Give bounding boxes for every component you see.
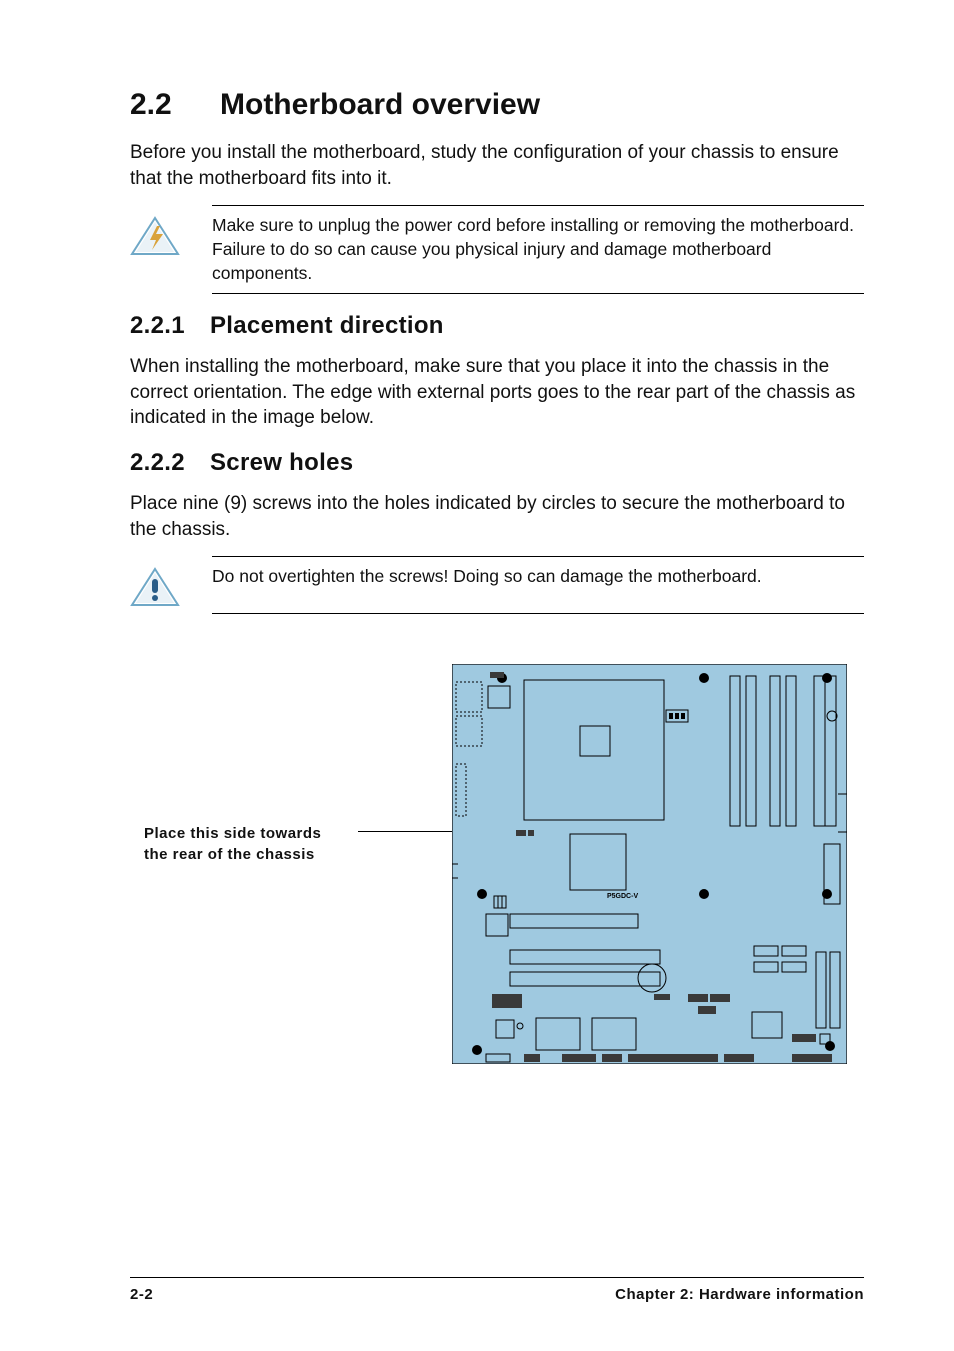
subsection-heading: 2.2.1Placement direction (130, 312, 864, 340)
intro-paragraph: Before you install the motherboard, stud… (130, 140, 864, 191)
diagram-caption-line: Place this side towards (144, 824, 374, 844)
screw-paragraph: Place nine (9) screws into the holes ind… (130, 491, 864, 542)
diagram-caption-line: the rear of the chassis (144, 845, 374, 865)
divider (212, 293, 864, 294)
subsection-number: 2.2.2 (130, 449, 210, 477)
page-number: 2-2 (130, 1286, 153, 1303)
divider (212, 205, 864, 206)
motherboard-illustration: P5GDC-V (452, 664, 847, 1064)
subsection-heading: 2.2.2Screw holes (130, 449, 864, 477)
warning-callout-unplug: Make sure to unplug the power cord befor… (130, 205, 864, 294)
subsection-number: 2.2.1 (130, 312, 210, 340)
page-footer: 2-2 Chapter 2: Hardware information (130, 1277, 864, 1303)
divider (212, 556, 864, 557)
lightning-warning-icon (130, 216, 180, 254)
divider (212, 613, 864, 614)
subsection-title: Screw holes (210, 449, 353, 476)
leader-line (358, 831, 453, 832)
caution-callout-overtighten: Do not overtighten the screws! Doing so … (130, 556, 864, 614)
section-heading: 2.2Motherboard overview (130, 88, 864, 122)
board-model-label: P5GDC-V (607, 893, 638, 900)
placement-paragraph: When installing the motherboard, make su… (130, 354, 864, 431)
callout-text: Do not overtighten the screws! Doing so … (212, 565, 766, 589)
diagram-caption: Place this side towards the rear of the … (144, 824, 374, 865)
subsection-title: Placement direction (210, 312, 444, 339)
motherboard-diagram: Place this side towards the rear of the … (130, 654, 864, 1084)
exclamation-warning-icon (130, 567, 180, 605)
section-title: Motherboard overview (220, 88, 540, 121)
chapter-label: Chapter 2: Hardware information (615, 1286, 864, 1303)
section-number: 2.2 (130, 88, 220, 122)
callout-text: Make sure to unplug the power cord befor… (212, 214, 864, 285)
